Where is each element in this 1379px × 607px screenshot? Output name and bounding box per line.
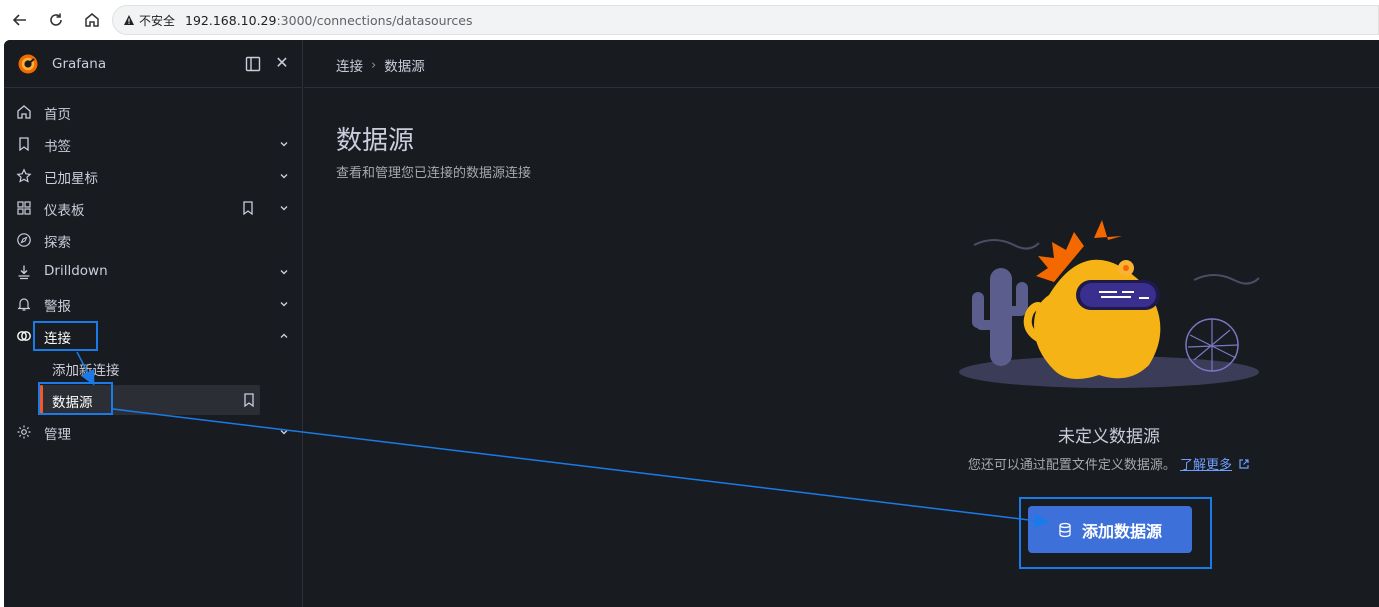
sidebar-item-label: 已加星标 xyxy=(44,171,98,187)
chevron-down-icon[interactable] xyxy=(277,201,291,215)
url-host: 192.168.10.29 xyxy=(185,12,277,28)
add-datasource-label: 添加数据源 xyxy=(1081,521,1162,541)
sidebar-item-alerting[interactable]: 警报 xyxy=(4,288,303,320)
main-content: 连接 › 数据源 数据源 查看和管理您已连接的数据源连接 未定义数据源 您还可以… xyxy=(304,40,1379,607)
sidebar-subitem-label: 数据源 xyxy=(52,395,93,411)
drilldown-icon xyxy=(18,265,30,280)
home-icon xyxy=(17,105,31,119)
sidebar-item-starred[interactable]: 已加星标 xyxy=(4,160,303,192)
sidebar-item-label: 管理 xyxy=(44,427,71,443)
address-bar[interactable]: 不安全 192.168.10.29:3000/connections/datas… xyxy=(112,5,1379,35)
learn-more-link[interactable]: 了解更多 xyxy=(1180,458,1232,473)
database-icon xyxy=(1059,522,1071,537)
chevron-down-icon[interactable] xyxy=(277,137,291,151)
brand-name: Grafana xyxy=(52,56,107,72)
top-bar: 连接 › 数据源 xyxy=(304,40,1379,88)
external-link-icon[interactable] xyxy=(1238,458,1250,470)
sidebar-item-administration[interactable]: 管理 xyxy=(4,416,303,448)
bookmark-icon xyxy=(19,137,29,152)
sidebar-item-label: 首页 xyxy=(44,107,71,123)
sidebar-subitem-datasources[interactable]: 数据源 xyxy=(40,385,260,415)
empty-state-description-text: 您还可以通过配置文件定义数据源。 xyxy=(967,458,1176,473)
reload-icon[interactable] xyxy=(44,8,68,32)
sidebar-item-label: 探索 xyxy=(44,235,71,251)
sidebar-item-dashboards[interactable]: 仪表板 xyxy=(4,192,303,224)
chevron-down-icon[interactable] xyxy=(277,265,291,279)
chevron-down-icon[interactable] xyxy=(277,297,291,311)
apps-icon xyxy=(17,201,31,215)
sidebar-item-label: 书签 xyxy=(44,139,71,155)
chevron-up-icon[interactable] xyxy=(277,329,291,343)
chevron-down-icon[interactable] xyxy=(277,169,291,183)
add-datasource-button[interactable]: 添加数据源 xyxy=(1028,506,1192,553)
sidebar-item-label: Drilldown xyxy=(44,263,108,279)
page-title: 数据源 xyxy=(336,126,415,156)
empty-state-title: 未定义数据源 xyxy=(1058,427,1160,447)
sidebar-subitem-add-connection[interactable]: 添加新连接 xyxy=(40,353,260,383)
sidebar-item-bookmarks[interactable]: 书签 xyxy=(4,128,303,160)
url-path: :3000/connections/datasources xyxy=(276,12,473,28)
sidebar-subitem-label: 添加新连接 xyxy=(52,363,120,379)
sidebar-item-drilldown[interactable]: Drilldown xyxy=(4,256,303,288)
security-label: 不安全 xyxy=(139,13,176,28)
connection-icon xyxy=(17,331,31,341)
star-icon xyxy=(16,168,32,183)
breadcrumb-current: 数据源 xyxy=(384,59,425,75)
grafana-logo-icon[interactable] xyxy=(17,53,39,75)
screen: 不安全 192.168.10.29:3000/connections/datas… xyxy=(0,0,1379,607)
bell-icon xyxy=(17,298,31,311)
chevron-down-icon[interactable] xyxy=(277,425,291,439)
sidebar-item-label: 警报 xyxy=(44,299,71,315)
bookmark-icon[interactable] xyxy=(242,392,256,408)
sidebar-header: Grafana ✕ xyxy=(4,40,303,88)
compass-icon xyxy=(17,233,31,247)
home-browser-icon[interactable] xyxy=(80,8,104,32)
grafana-app: Grafana ✕ 首页 书签 已加星标 仪表板 探索 Drilldown 警报… xyxy=(4,40,1379,607)
sidebar-item-label: 仪表板 xyxy=(44,203,85,219)
sidebar-item-home[interactable]: 首页 xyxy=(4,96,303,128)
bookmark-icon[interactable] xyxy=(241,200,255,216)
page-subtitle: 查看和管理您已连接的数据源连接 xyxy=(336,166,532,181)
active-indicator xyxy=(40,385,43,415)
breadcrumb: 连接 › 数据源 xyxy=(336,55,425,76)
back-icon[interactable] xyxy=(8,8,32,32)
security-indicator[interactable]: 不安全 xyxy=(123,12,175,29)
sidebar-item-connections[interactable]: 连接 xyxy=(4,320,303,352)
breadcrumb-separator-icon: › xyxy=(371,57,377,73)
close-menu-icon[interactable]: ✕ xyxy=(274,54,290,72)
warning-icon xyxy=(124,15,134,25)
empty-state-description: 您还可以通过配置文件定义数据源。 了解更多 xyxy=(904,454,1314,473)
browser-toolbar: 不安全 192.168.10.29:3000/connections/datas… xyxy=(0,0,1379,40)
breadcrumb-parent[interactable]: 连接 xyxy=(336,55,363,75)
empty-state-illustration xyxy=(959,220,1260,388)
sidebar-item-explore[interactable]: 探索 xyxy=(4,224,303,256)
dock-menu-icon[interactable] xyxy=(245,56,261,72)
cog-icon xyxy=(17,425,31,439)
sidebar-item-label: 连接 xyxy=(44,331,71,347)
sidebar: Grafana ✕ 首页 书签 已加星标 仪表板 探索 Drilldown 警报… xyxy=(4,40,303,607)
